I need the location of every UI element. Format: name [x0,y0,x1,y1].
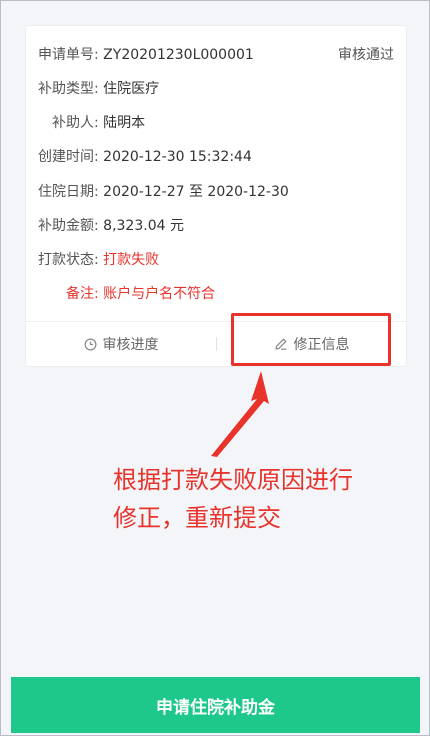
app-screen: 申请单号: ZY20201230L000001 审核通过 补助类型: 住院医疗 … [0,0,430,736]
correct-info-label: 修正信息 [293,337,350,353]
review-status-badge: 审核通过 [338,47,394,63]
created-time-value: 2020-12-30 15:32:44 [103,149,252,165]
subsidy-type-value: 住院医疗 [103,81,160,97]
edit-pen-icon [274,338,286,350]
hospital-date-value: 2020-12-27 至 2020-12-30 [103,184,289,200]
hospital-date-row: 住院日期: 2020-12-27 至 2020-12-30 [38,181,289,203]
remark-label: 备注: [66,286,99,302]
recipient-label: 补助人: [52,115,99,131]
review-progress-button[interactable]: 审核进度 [26,322,216,366]
annotation-text: 根据打款失败原因进行修正，重新提交 [113,466,353,532]
created-time-label: 创建时间: [38,149,99,165]
application-no-value: ZY20201230L000001 [103,47,254,63]
subsidy-type-row: 补助类型: 住院医疗 [38,78,159,100]
hospital-date-label: 住院日期: [38,184,99,200]
recipient-value: 陆明本 [103,115,146,131]
remark-value: 账户与户名不符合 [103,286,216,302]
card-actions: 审核进度 修正信息 [26,322,406,366]
review-progress-label: 审核进度 [102,337,159,353]
application-no-row: 申请单号: ZY20201230L000001 [38,44,254,66]
apply-subsidy-button[interactable]: 申请住院补助金 [11,677,420,733]
payment-status-label: 打款状态: [38,252,99,268]
created-time-row: 创建时间: 2020-12-30 15:32:44 [38,146,252,168]
correct-info-button[interactable]: 修正信息 [217,322,406,366]
recipient-row: 补助人: 陆明本 [52,112,145,134]
amount-row: 补助金额: 8,323.04 元 [38,215,184,237]
clock-icon [84,338,96,350]
amount-value: 8,323.04 元 [103,218,184,234]
payment-status-row: 打款状态: 打款失败 [38,249,159,271]
application-no-label: 申请单号: [38,47,99,63]
payment-status-value: 打款失败 [103,252,160,268]
amount-label: 补助金额: [38,218,99,234]
remark-row: 备注: 账户与户名不符合 [66,283,215,305]
application-card: 申请单号: ZY20201230L000001 审核通过 补助类型: 住院医疗 … [25,25,407,367]
subsidy-type-label: 补助类型: [38,81,99,97]
